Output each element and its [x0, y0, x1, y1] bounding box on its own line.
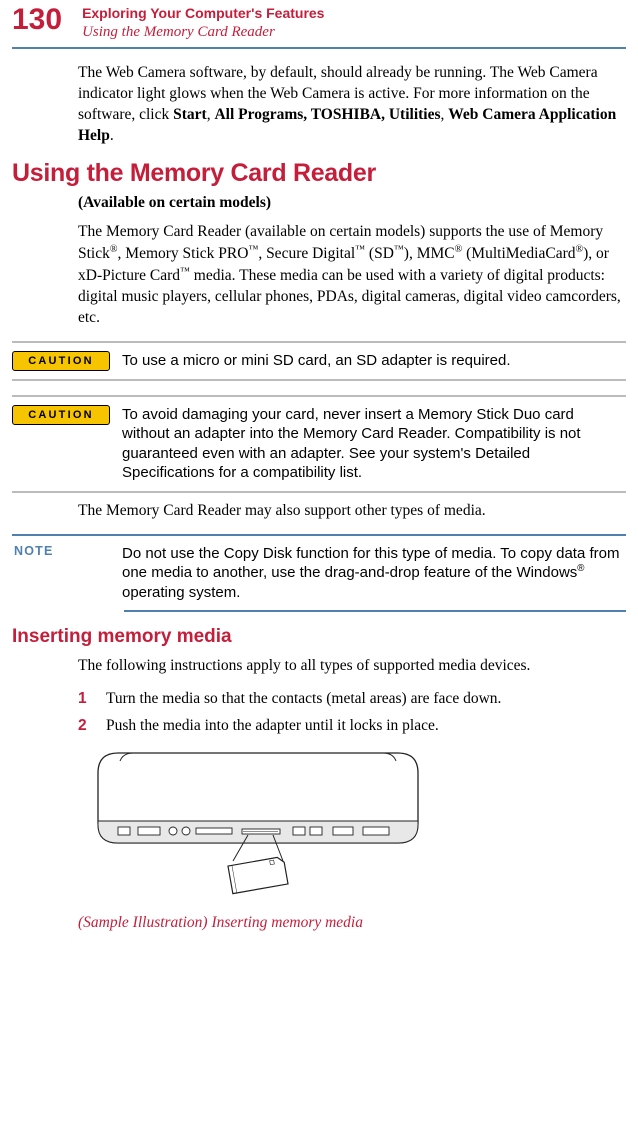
caution-badge-2: CAUTION [12, 405, 110, 425]
step-1-text: Turn the media so that the contacts (met… [106, 689, 626, 710]
caution1-bottom-rule [12, 379, 626, 381]
note-text: Do not use the Copy Disk function for th… [122, 544, 622, 603]
caution-text-2: To avoid damaging your card, never inser… [122, 405, 622, 483]
step-2-number: 2 [78, 716, 106, 737]
page-header: 130 Exploring Your Computer's Features U… [12, 5, 626, 41]
heading-memory-card-reader: Using the Memory Card Reader [12, 159, 626, 188]
insert-intro: The following instructions apply to all … [78, 656, 622, 677]
chapter-title: Exploring Your Computer's Features [82, 5, 324, 23]
page-number: 130 [12, 5, 62, 35]
section-title-header: Using the Memory Card Reader [82, 23, 324, 42]
step-1-number: 1 [78, 689, 106, 710]
intro-paragraph: The Web Camera software, by default, sho… [78, 63, 622, 147]
step-1-row: 1 Turn the media so that the contacts (m… [78, 689, 626, 710]
support-line: The Memory Card Reader may also support … [78, 501, 622, 522]
note-top-rule [12, 534, 626, 536]
intro-period: . [110, 127, 114, 144]
illustration-caption: (Sample Illustration) Inserting memory m… [78, 914, 626, 932]
intro-allprog: All Programs, TOSHIBA, Utilities [214, 106, 440, 123]
availability-note: (Available on certain models) [78, 194, 626, 212]
step-2-row: 2 Push the media into the adapter until … [78, 716, 626, 737]
note-bottom-rule [124, 610, 626, 612]
header-divider [12, 47, 626, 49]
memory-paragraph: The Memory Card Reader (available on cer… [78, 222, 622, 329]
caution1-top-rule [12, 341, 626, 343]
caution-block-2: CAUTION To avoid damaging your card, nev… [12, 405, 626, 483]
caution2-bottom-rule [12, 491, 626, 493]
caution-text-1: To use a micro or mini SD card, an SD ad… [122, 351, 622, 371]
note-label: NOTE [14, 544, 122, 558]
note-block: NOTE Do not use the Copy Disk function f… [14, 544, 626, 603]
intro-start: Start [173, 106, 207, 123]
step-2-text: Push the media into the adapter until it… [106, 716, 626, 737]
heading-inserting-memory-media: Inserting memory media [12, 626, 626, 648]
caution2-top-rule [12, 395, 626, 397]
illustration-inserting-media [78, 743, 626, 908]
caution-badge-1: CAUTION [12, 351, 110, 371]
caution-block-1: CAUTION To use a micro or mini SD card, … [12, 351, 626, 371]
